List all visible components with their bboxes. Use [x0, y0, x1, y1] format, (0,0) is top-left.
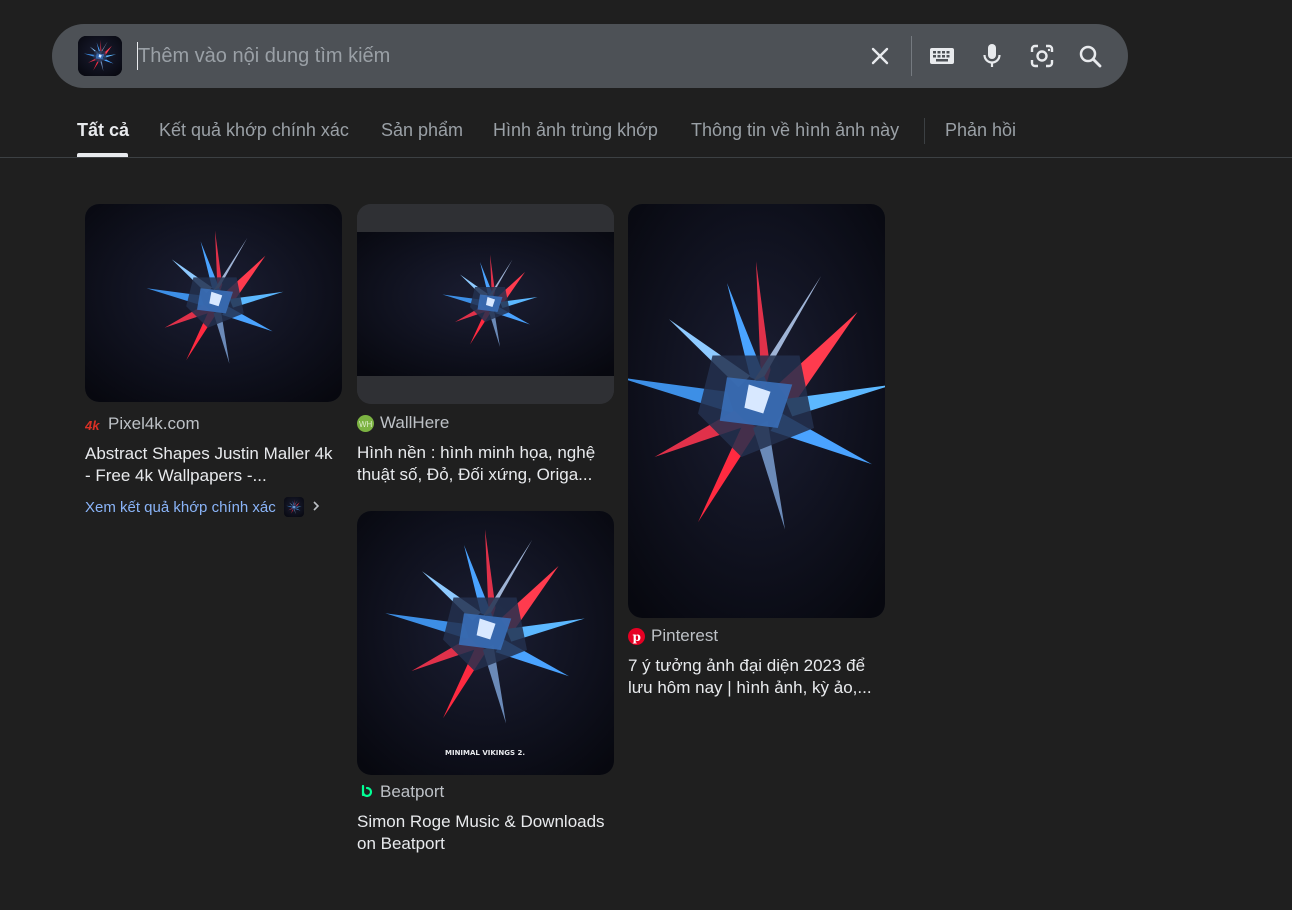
chevron-right-icon — [312, 499, 320, 516]
see-exact-matches-link[interactable]: Xem kết quả khớp chính xác — [85, 497, 320, 517]
svg-text:p: p — [633, 630, 641, 644]
tab-visual-matches[interactable]: Hình ảnh trùng khớp — [493, 120, 658, 141]
search-bar — [52, 24, 1128, 88]
source-name: Pinterest — [651, 626, 719, 645]
tab-products[interactable]: Sản phẩm — [381, 120, 463, 141]
result-source[interactable]: 4k Pixel4k.com — [85, 414, 200, 434]
text-caret — [137, 42, 138, 70]
beatport-logo-icon — [357, 784, 374, 801]
tab-exact-matches[interactable]: Kết quả khớp chính xác — [159, 120, 349, 141]
source-name: Pixel4k.com — [108, 414, 200, 433]
keyboard-icon[interactable] — [926, 40, 958, 72]
result-image[interactable] — [628, 204, 885, 618]
result-title[interactable]: Abstract Shapes Justin Maller 4k - Free … — [85, 443, 335, 487]
query-image-thumbnail[interactable] — [78, 36, 122, 76]
source-name: Beatport — [380, 782, 445, 801]
result-source[interactable]: p Pinterest — [628, 626, 718, 646]
tab-about-this-image[interactable]: Thông tin về hình ảnh này — [691, 120, 899, 141]
exact-match-thumbnail-icon — [283, 497, 304, 517]
result-source[interactable]: Beatport — [357, 782, 444, 802]
svg-text:4k: 4k — [85, 418, 100, 433]
search-icon[interactable] — [1074, 40, 1106, 72]
tab-all[interactable]: Tất cả — [77, 120, 129, 141]
result-title[interactable]: 7 ý tưởng ảnh đại diện 2023 để lưu hôm n… — [628, 655, 882, 699]
pixel4k-logo-icon: 4k — [85, 416, 102, 433]
result-title[interactable]: Hình nền : hình minh họa, nghệ thuật số,… — [357, 442, 609, 486]
result-title[interactable]: Simon Roge Music & Downloads on Beatport — [357, 811, 619, 855]
album-caption: MINIMAL VIKINGS 2. — [445, 749, 525, 757]
lens-icon[interactable] — [1026, 40, 1058, 72]
active-tab-indicator — [77, 153, 128, 157]
search-bar-divider — [911, 36, 912, 76]
tab-separator — [924, 118, 925, 144]
result-image[interactable] — [357, 204, 614, 404]
svg-text:WH: WH — [359, 420, 373, 429]
results-tabs: Tất cả Kết quả khớp chính xác Sản phẩm H… — [0, 104, 1292, 158]
result-image[interactable]: MINIMAL VIKINGS 2. — [357, 511, 614, 775]
wallhere-logo-icon: WH — [357, 414, 374, 432]
result-image[interactable] — [85, 204, 342, 402]
microphone-icon[interactable] — [976, 40, 1008, 72]
pinterest-logo-icon: p — [628, 627, 645, 645]
search-input[interactable] — [138, 40, 838, 72]
close-icon[interactable] — [864, 40, 896, 72]
result-source[interactable]: WH WallHere — [357, 413, 449, 433]
tab-feedback[interactable]: Phản hồi — [945, 120, 1016, 141]
source-name: WallHere — [380, 413, 450, 432]
exact-link-label: Xem kết quả khớp chính xác — [85, 498, 276, 516]
